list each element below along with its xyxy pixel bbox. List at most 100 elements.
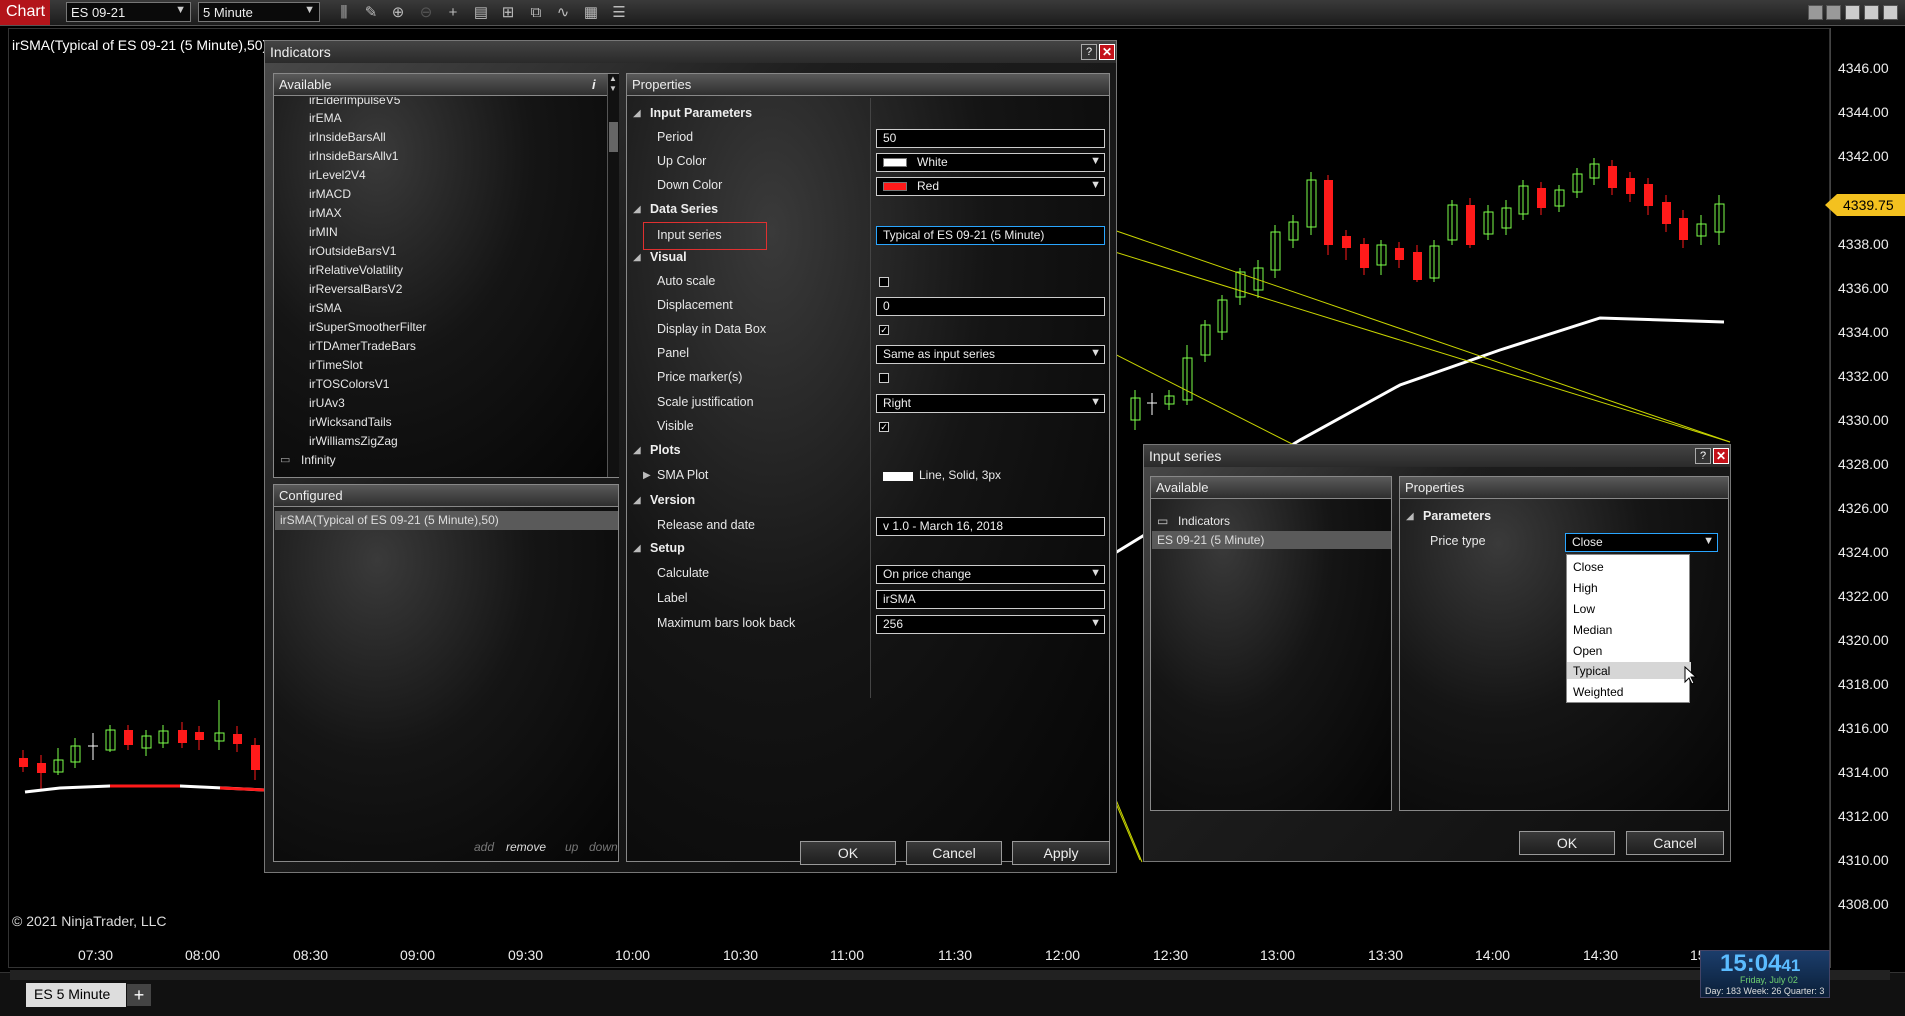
collapse-triangle-icon[interactable]: ◢ (633, 495, 641, 506)
input-series-field[interactable]: Typical of ES 09-21 (5 Minute) (876, 226, 1105, 245)
add-link[interactable]: add (474, 840, 494, 854)
list-item[interactable]: irEMA (309, 111, 342, 125)
list-item[interactable]: irRelativeVolatility (309, 263, 403, 277)
calculate-select[interactable]: On price change ▼ (876, 565, 1105, 584)
chevron-down-icon: ▼ (1090, 567, 1101, 579)
list-item[interactable]: irSuperSmootherFilter (309, 320, 426, 334)
list-item[interactable]: irSMA (309, 301, 342, 315)
scroll-down-icon[interactable]: ▼ (609, 84, 617, 93)
time-tick: 07:30 (78, 947, 114, 963)
label-field[interactable]: irSMA (876, 590, 1105, 609)
panel-select[interactable]: Same as input series ▼ (876, 345, 1105, 364)
apply-button[interactable]: Apply (1012, 841, 1110, 865)
collapse-triangle-icon[interactable]: ◢ (633, 204, 641, 215)
list-item[interactable]: Infinity (301, 453, 336, 467)
color-swatch (883, 158, 907, 167)
available-scrollbar[interactable]: ▲ ▼ (607, 74, 619, 477)
list-item[interactable]: irWicksandTails (309, 415, 392, 429)
collapse-triangle-icon[interactable]: ◢ (633, 445, 641, 456)
column-divider (870, 98, 871, 698)
price-tick: 4314.00 (1838, 764, 1889, 780)
displacement-field[interactable]: 0 (876, 297, 1105, 316)
color-swatch (883, 182, 907, 191)
cancel-button[interactable]: Cancel (1626, 831, 1724, 855)
close-button[interactable]: ✕ (1713, 448, 1729, 464)
display-in-data-box-checkbox[interactable]: ✓ (879, 325, 889, 335)
remove-link[interactable]: remove (506, 840, 546, 854)
sma-plot-value[interactable]: Line, Solid, 3px (919, 468, 1001, 482)
list-item[interactable]: irMIN (309, 225, 338, 239)
scroll-up-icon[interactable]: ▲ (609, 74, 617, 83)
up-link[interactable]: up (565, 840, 578, 854)
clock-time: 15:0441 (1720, 950, 1801, 977)
price-type-select[interactable]: Close ▼ (1565, 533, 1718, 552)
visible-checkbox[interactable]: ✓ (879, 422, 889, 432)
price-tick: 4330.00 (1838, 412, 1889, 428)
info-icon[interactable]: i (592, 77, 596, 92)
list-item[interactable]: irReversalBarsV2 (309, 282, 402, 296)
panel-value: Same as input series (883, 347, 996, 361)
time-tick: 14:30 (1583, 947, 1619, 963)
collapse-triangle-icon[interactable]: ◢ (633, 252, 641, 263)
list-item[interactable]: irTimeSlot (309, 358, 363, 372)
help-button[interactable]: ? (1081, 44, 1097, 60)
list-item[interactable]: irElderImpulseV5 (309, 97, 400, 107)
list-item[interactable]: irMAX (309, 206, 342, 220)
period-field[interactable]: 50 (876, 129, 1105, 148)
close-button[interactable]: ✕ (1099, 44, 1115, 60)
list-item[interactable]: irLevel2V4 (309, 168, 366, 182)
maximize-button[interactable] (1864, 5, 1879, 20)
copyright-text: © 2021 NinjaTrader, LLC (12, 913, 167, 929)
list-item[interactable]: irUAv3 (309, 396, 345, 410)
collapse-triangle-icon[interactable]: ◢ (633, 543, 641, 554)
properties-header: Properties (627, 74, 1109, 96)
expand-triangle-icon[interactable]: ▶ (643, 470, 651, 481)
list-item[interactable]: irTDAmerTradeBars (309, 339, 416, 353)
section-setup: Setup (650, 541, 685, 555)
list-item[interactable]: irInsideBarsAllv1 (309, 149, 398, 163)
chevron-down-icon: ▼ (1090, 179, 1101, 191)
minimize-button[interactable] (1845, 5, 1860, 20)
dropdown-option[interactable]: High (1567, 579, 1691, 596)
indicators-folder[interactable]: Indicators (1178, 514, 1230, 528)
list-item[interactable]: irOutsideBarsV1 (309, 244, 396, 258)
sma-plot-label: SMA Plot (657, 468, 709, 482)
collapse-triangle-icon[interactable]: ◢ (1406, 511, 1414, 522)
horizontal-scrollbar[interactable] (10, 970, 1890, 980)
add-tab-button[interactable]: + (127, 984, 151, 1006)
time-tick: 13:30 (1368, 947, 1404, 963)
configured-item[interactable]: irSMA(Typical of ES 09-21 (5 Minute),50) (275, 511, 618, 530)
series-tab[interactable]: ES 5 Minute (26, 983, 126, 1007)
price-markers-checkbox[interactable] (879, 373, 889, 383)
time-tick: 09:30 (508, 947, 544, 963)
list-item[interactable]: irMACD (309, 187, 351, 201)
ok-button[interactable]: OK (800, 841, 896, 865)
cancel-button[interactable]: Cancel (906, 841, 1002, 865)
dropdown-option[interactable]: Median (1567, 621, 1691, 638)
candles-left (19, 700, 260, 790)
down-color-label: Down Color (657, 178, 723, 192)
list-item[interactable]: irInsideBarsAll (309, 130, 386, 144)
price-type-dropdown[interactable]: Close High Low Median Open Typical Weigh… (1566, 554, 1691, 703)
up-color-select[interactable]: White ▼ (876, 153, 1105, 172)
dropdown-option[interactable]: Close (1567, 558, 1691, 575)
scroll-thumb[interactable] (609, 122, 618, 152)
close-window-button[interactable] (1883, 5, 1898, 20)
dropdown-option-hovered[interactable]: Typical (1567, 662, 1691, 679)
max-bars-select[interactable]: 256 ▼ (876, 615, 1105, 634)
folder-icon: ▭ (280, 454, 291, 466)
list-item[interactable]: irWilliamsZigZag (309, 434, 398, 448)
price-axis[interactable] (1830, 28, 1905, 968)
down-link[interactable]: down (589, 840, 618, 854)
dropdown-option[interactable]: Open (1567, 642, 1691, 659)
auto-scale-checkbox[interactable] (879, 277, 889, 287)
dropdown-option[interactable]: Low (1567, 600, 1691, 617)
collapse-triangle-icon[interactable]: ◢ (633, 108, 641, 119)
scale-justification-select[interactable]: Right ▼ (876, 394, 1105, 413)
ok-button[interactable]: OK (1519, 831, 1615, 855)
help-button[interactable]: ? (1695, 448, 1711, 464)
list-item[interactable]: irTOSColorsV1 (309, 377, 389, 391)
down-color-select[interactable]: Red ▼ (876, 177, 1105, 196)
dropdown-option[interactable]: Weighted (1567, 683, 1691, 700)
series-item[interactable]: ES 09-21 (5 Minute) (1152, 531, 1391, 549)
